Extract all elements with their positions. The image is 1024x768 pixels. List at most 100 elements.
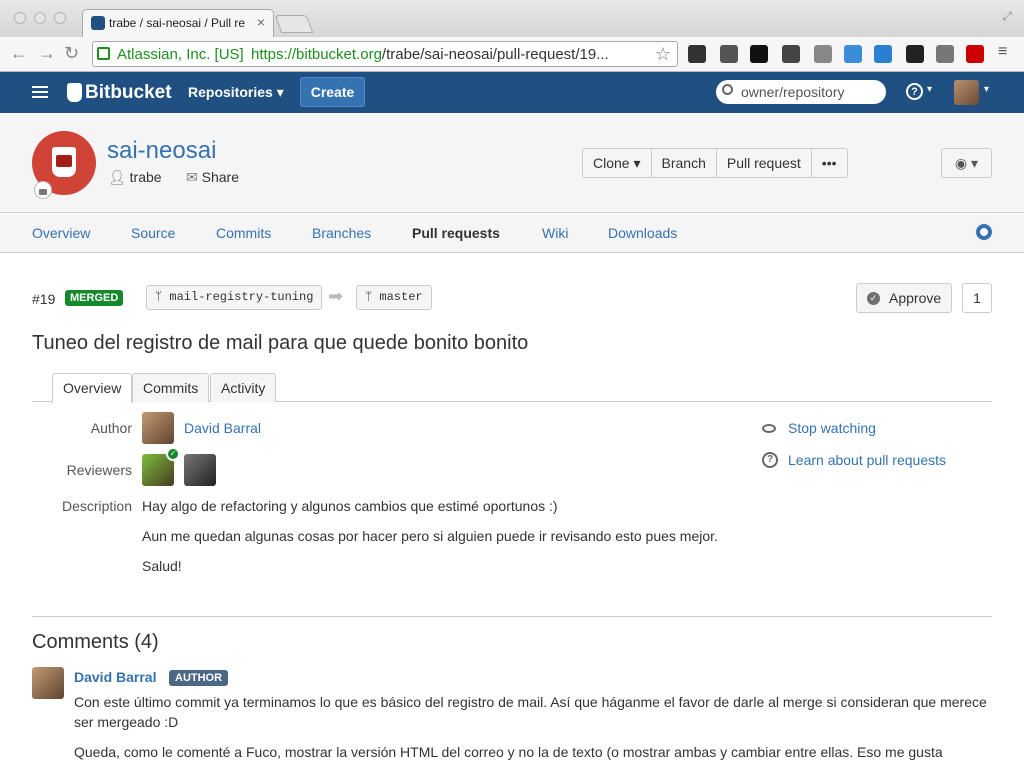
description-label: Description	[61, 498, 132, 514]
lock-icon	[97, 47, 110, 60]
repositories-menu[interactable]: Repositories ▾	[188, 84, 284, 101]
page-title: Tuneo del registro de mail para que qued…	[32, 332, 529, 354]
envelope-icon: ✉	[186, 169, 202, 185]
extension-icon[interactable]	[782, 45, 800, 63]
nav-downloads[interactable]: Downloads	[608, 225, 677, 241]
bitbucket-logo-icon[interactable]	[67, 83, 82, 102]
create-button[interactable]: Create	[300, 77, 365, 107]
target-branch[interactable]: ᛘ master	[356, 285, 432, 310]
extension-icon[interactable]	[688, 45, 706, 63]
search-input[interactable]: owner/repository	[716, 80, 886, 104]
help-icon[interactable]: ?	[906, 83, 923, 100]
divider	[32, 616, 992, 617]
approve-button[interactable]: ✓ Approve	[856, 283, 952, 313]
window-minimize-button[interactable]	[34, 12, 46, 24]
window-close-button[interactable]	[14, 12, 26, 24]
arrow-right-icon: ➡	[328, 286, 344, 306]
extension-icon[interactable]	[906, 45, 924, 63]
ev-certificate-label: Atlassian, Inc. [US]	[117, 46, 244, 63]
hamburger-menu-icon[interactable]	[32, 86, 48, 98]
bucket-icon	[52, 147, 76, 177]
nav-source[interactable]: Source	[131, 225, 175, 241]
browser-tab-active[interactable]: trabe / sai-neosai / Pull re ×	[82, 9, 274, 37]
comment-text: Queda, como le comenté a Fuco, mostrar l…	[74, 744, 943, 760]
reload-icon[interactable]: ↻	[64, 43, 79, 64]
tab-activity[interactable]: Activity	[210, 373, 277, 402]
resize-icon[interactable]	[874, 45, 892, 63]
learn-about-pull-requests-link[interactable]: Learn about pull requests	[788, 452, 946, 468]
url-host: https://bitbucket.org	[251, 46, 382, 63]
question-icon: ?	[762, 452, 778, 468]
search-placeholder: owner/repository	[741, 84, 845, 100]
stop-watching-link[interactable]: Stop watching	[788, 420, 876, 436]
bookmark-star-icon[interactable]: ☆	[655, 44, 671, 65]
wrench-icon[interactable]	[936, 45, 954, 63]
chevron-down-icon[interactable]: ▾	[927, 84, 932, 95]
window-zoom-button[interactable]	[54, 12, 66, 24]
description-line: Salud!	[142, 558, 182, 574]
adblock-icon[interactable]	[966, 45, 984, 63]
watch-button[interactable]: ◉ ▾	[941, 148, 992, 178]
tab-overview[interactable]: Overview	[52, 373, 133, 403]
pull-request-button[interactable]: Pull request	[717, 149, 812, 177]
approval-count: 1	[962, 283, 992, 313]
bitbucket-favicon-icon	[91, 16, 105, 30]
extension-icon[interactable]	[750, 45, 768, 63]
comments-heading: Comments (4)	[32, 631, 159, 653]
repository-nav: Overview Source Commits Branches Pull re…	[0, 214, 1024, 253]
repository-header: sai-neosai 👤︎ trabe ✉ Share Clone ▾ Bran…	[0, 113, 1024, 213]
gear-icon[interactable]	[976, 224, 992, 240]
author-avatar[interactable]	[142, 412, 174, 444]
screenshot-icon[interactable]	[844, 45, 862, 63]
fullscreen-icon[interactable]: ⤢	[1002, 9, 1012, 24]
approved-check-icon: ✓	[166, 447, 180, 461]
comment-text: Con este último commit ya terminamos lo …	[74, 694, 987, 730]
comment-avatar[interactable]	[32, 667, 64, 699]
nav-overview[interactable]: Overview	[32, 225, 90, 241]
avatar[interactable]	[954, 80, 979, 105]
url-bar[interactable]: Atlassian, Inc. [US] https://bitbucket.o…	[92, 41, 678, 67]
pull-request-id: #19	[32, 291, 56, 307]
app-header: Bitbucket Repositories ▾ Create owner/re…	[0, 72, 1024, 113]
repository-name[interactable]: sai-neosai	[107, 137, 216, 165]
check-circle-icon: ✓	[867, 292, 880, 305]
eyedropper-icon[interactable]	[814, 45, 832, 63]
user-icon: 👤︎	[108, 169, 130, 185]
bitbucket-logo-text[interactable]: Bitbucket	[85, 82, 172, 104]
share-link[interactable]: ✉ Share	[186, 169, 239, 186]
author-badge: AUTHOR	[169, 670, 229, 686]
search-icon	[722, 84, 733, 95]
pull-request-tabs: Overview Commits Activity	[32, 373, 992, 403]
comment-author-link[interactable]: David Barral	[74, 669, 156, 685]
pocket-icon[interactable]	[720, 45, 738, 63]
author-name-link[interactable]: David Barral	[184, 420, 261, 436]
owner-name: trabe	[129, 169, 162, 185]
nav-commits[interactable]: Commits	[216, 225, 271, 241]
owner-link[interactable]: 👤︎ trabe	[108, 169, 162, 186]
forward-arrow-icon[interactable]: →	[38, 43, 56, 64]
new-tab-button[interactable]	[274, 15, 314, 33]
nav-wiki[interactable]: Wiki	[542, 225, 568, 241]
branch-button[interactable]: Branch	[652, 149, 717, 177]
nav-branches[interactable]: Branches	[312, 225, 371, 241]
description-line: Aun me quedan algunas cosas por hacer pe…	[142, 528, 718, 544]
source-branch[interactable]: ᛘ mail-registry-tuning	[146, 285, 323, 310]
browser-menu-icon[interactable]: ≡	[998, 43, 1007, 61]
browser-tab-strip: trabe / sai-neosai / Pull re × ⤢	[0, 0, 1024, 37]
browser-toolbar: ← → ↻ Atlassian, Inc. [US] https://bitbu…	[0, 37, 1024, 72]
share-label: Share	[201, 169, 239, 185]
url-path: /trabe/sai-neosai/pull-request/19...	[381, 46, 609, 63]
tab-commits[interactable]: Commits	[132, 373, 210, 402]
repository-actions: Clone ▾ Branch Pull request •••	[582, 148, 848, 178]
back-arrow-icon[interactable]: ←	[10, 43, 28, 64]
more-actions-button[interactable]: •••	[812, 149, 847, 177]
clone-button[interactable]: Clone ▾	[583, 149, 652, 177]
tab-close-icon[interactable]: ×	[257, 14, 265, 30]
approve-label: Approve	[889, 290, 942, 306]
nav-pull-requests[interactable]: Pull requests	[412, 225, 500, 241]
description-line: Hay algo de refactoring y algunos cambio…	[142, 498, 558, 514]
reviewer-avatar[interactable]	[184, 454, 216, 486]
private-lock-icon	[34, 181, 52, 199]
chevron-down-icon[interactable]: ▾	[984, 84, 989, 95]
eye-icon	[762, 424, 776, 433]
